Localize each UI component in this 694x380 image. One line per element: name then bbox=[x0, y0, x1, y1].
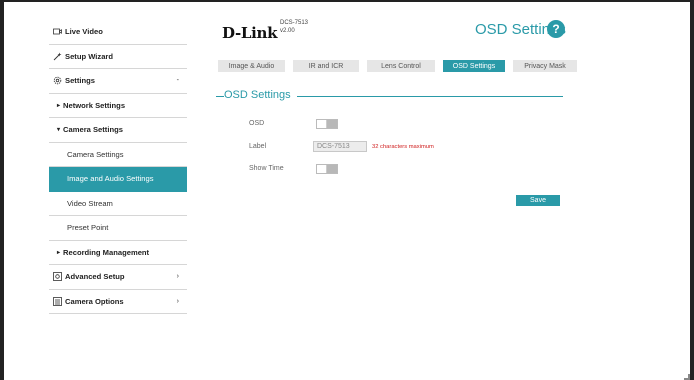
toggle-track bbox=[327, 120, 337, 128]
toggle-knob bbox=[317, 120, 327, 128]
sidebar-item-live-video[interactable]: Live Video bbox=[49, 20, 187, 45]
toggle-track bbox=[327, 165, 337, 173]
sidebar-item-label: Camera Settings bbox=[63, 125, 123, 135]
sidebar-item-label: Network Settings bbox=[63, 100, 126, 110]
help-icon[interactable]: ? bbox=[547, 20, 565, 38]
resize-handle[interactable] bbox=[684, 374, 690, 380]
advanced-setup-icon bbox=[53, 272, 62, 282]
model-name: DCS-7513 bbox=[280, 20, 309, 26]
save-button[interactable]: Save bbox=[516, 195, 560, 206]
sidebar-item-recording-management[interactable]: ▸ Recording Management bbox=[49, 241, 187, 265]
section-title: OSD Settings bbox=[224, 89, 297, 101]
sidebar-item-camera-settings[interactable]: ▾ Camera Settings bbox=[49, 118, 187, 143]
osd-label: OSD bbox=[249, 120, 265, 127]
osd-toggle[interactable] bbox=[316, 119, 338, 129]
sidebar: Live Video Setup Wizard Settings - ▸ Net… bbox=[49, 20, 187, 314]
bullet-icon: ▸ bbox=[57, 102, 61, 109]
collapse-icon: - bbox=[176, 77, 179, 85]
toggle-knob bbox=[317, 165, 327, 173]
gear-icon bbox=[53, 76, 62, 85]
tab-privacy-mask[interactable]: Privacy Mask bbox=[513, 60, 577, 72]
wand-icon bbox=[53, 52, 62, 61]
model-info: DCS-7513 v2.00 bbox=[280, 20, 308, 35]
sidebar-item-label: Settings bbox=[65, 76, 95, 86]
show-time-toggle[interactable] bbox=[316, 164, 338, 174]
chevron-right-icon: › bbox=[176, 297, 179, 305]
sidebar-subitem-camera-settings[interactable]: Camera Settings bbox=[49, 143, 187, 167]
sidebar-item-advanced-setup[interactable]: Advanced Setup › bbox=[49, 265, 187, 290]
sidebar-item-label: Advanced Setup bbox=[65, 272, 125, 282]
sidebar-item-label: Video Stream bbox=[67, 198, 113, 208]
tab-image-audio[interactable]: Image & Audio bbox=[218, 60, 285, 72]
camera-options-icon bbox=[53, 296, 62, 306]
label-field-label: Label bbox=[249, 143, 267, 150]
sidebar-item-camera-options[interactable]: Camera Options › bbox=[49, 290, 187, 314]
sidebar-item-label: Setup Wizard bbox=[65, 51, 114, 61]
label-hint: 32 characters maximum bbox=[372, 144, 434, 150]
label-input[interactable]: DCS-7513 bbox=[313, 141, 367, 152]
show-time-label: Show Time bbox=[249, 165, 284, 172]
tab-bar: Image & Audio IR and ICR Lens Control OS… bbox=[218, 60, 585, 72]
sidebar-item-settings[interactable]: Settings - bbox=[49, 69, 187, 94]
sidebar-subitem-preset-point[interactable]: Preset Point bbox=[49, 216, 187, 241]
sidebar-item-label: Preset Point bbox=[67, 223, 109, 233]
bullet-icon: ▾ bbox=[57, 127, 61, 134]
sidebar-item-label: Camera Options bbox=[65, 296, 124, 306]
tab-osd-settings[interactable]: OSD Settings bbox=[443, 60, 505, 72]
dlink-logo: D-Link bbox=[222, 24, 278, 42]
sidebar-item-label: Live Video bbox=[65, 27, 103, 37]
sidebar-subitem-video-stream[interactable]: Video Stream bbox=[49, 192, 187, 216]
sidebar-item-network-settings[interactable]: ▸ Network Settings bbox=[49, 94, 187, 118]
sidebar-item-label: Image and Audio Settings bbox=[67, 174, 154, 184]
bullet-icon: ▸ bbox=[57, 249, 61, 256]
firmware-version: v2.00 bbox=[280, 27, 295, 34]
tab-ir-icr[interactable]: IR and ICR bbox=[293, 60, 359, 72]
chevron-right-icon: › bbox=[176, 273, 179, 281]
sidebar-subitem-image-audio-settings[interactable]: Image and Audio Settings bbox=[49, 167, 187, 192]
sidebar-item-label: Recording Management bbox=[63, 247, 150, 257]
video-camera-icon bbox=[53, 27, 62, 36]
tab-lens-control[interactable]: Lens Control bbox=[367, 60, 435, 72]
sidebar-item-label: Camera Settings bbox=[67, 149, 124, 159]
sidebar-item-setup-wizard[interactable]: Setup Wizard bbox=[49, 45, 187, 69]
